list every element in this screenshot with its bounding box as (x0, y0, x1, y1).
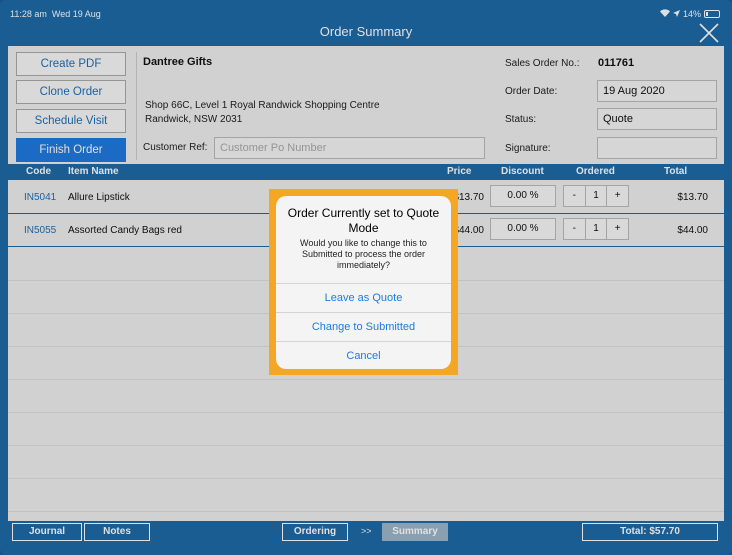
change-to-submitted-button[interactable]: Change to Submitted (276, 312, 451, 341)
cancel-button[interactable]: Cancel (276, 341, 451, 370)
quote-mode-dialog: Order Currently set to Quote Mode Would … (276, 196, 451, 369)
leave-as-quote-button[interactable]: Leave as Quote (276, 283, 451, 312)
dialog-message: Would you like to change this to Submitt… (300, 238, 427, 270)
app-window: 11:28 am Wed 19 Aug 14% Order Summary Cr… (0, 0, 732, 555)
dialog-title: Order Currently set to Quote Mode (287, 206, 440, 235)
